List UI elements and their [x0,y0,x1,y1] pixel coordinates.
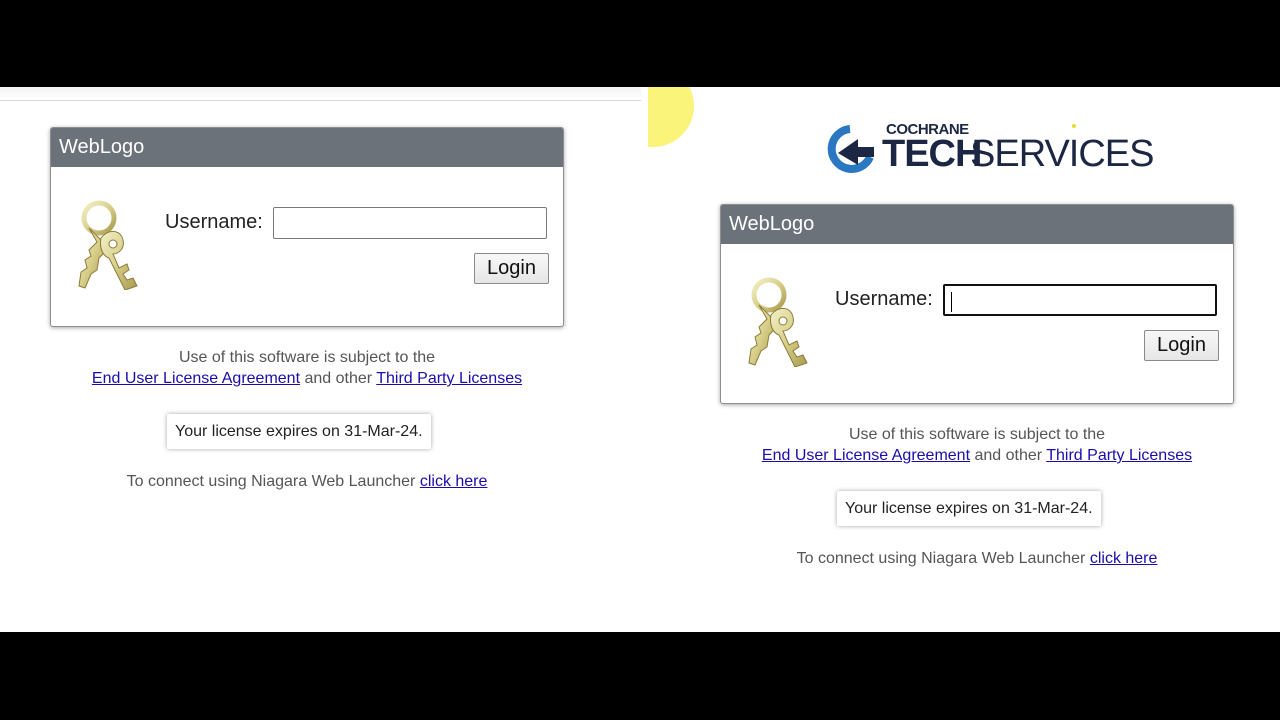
right-launcher-text: To connect using Niagara Web Launcher [796,550,1086,567]
left-eula-link[interactable]: End User License Agreement [92,370,300,387]
left-notice-line2: End User License Agreement and other Thi… [50,368,564,389]
logo-tech-text: TECH [882,133,982,175]
left-divider-line [0,100,641,101]
right-license-expiry-box: Your license expires on 31-Mar-24. [837,491,1101,526]
right-username-label: Username: [835,288,933,310]
right-panel-title: WebLogo [721,205,1233,244]
left-username-label: Username: [165,211,263,233]
right-login-button[interactable]: Login [1144,330,1219,361]
left-and-other-text: and other [304,370,373,387]
keys-icon [748,277,808,367]
right-username-input[interactable] [943,284,1217,316]
cochrane-logo-mark [827,125,874,173]
left-login-panel: WebLogo Username: Login [50,127,564,327]
right-login-panel: WebLogo Username: Login [720,204,1234,404]
left-username-input[interactable] [273,207,547,239]
right-eula-link[interactable]: End User License Agreement [762,447,970,464]
keys-icon [78,200,138,290]
cochrane-tech-services-logo: COCHRANE TECH SERVICES [824,121,1154,175]
left-browser-edge [0,87,641,100]
right-notice-line1: Use of this software is subject to the [848,426,1106,443]
logo-services-text: SERVICES [970,133,1154,175]
right-notice-line2: End User License Agreement and other Thi… [720,445,1234,466]
left-third-party-link[interactable]: Third Party Licenses [376,370,522,387]
right-license-notice: Use of this software is subject to the E… [720,424,1234,466]
right-launcher-line: To connect using Niagara Web Launcher cl… [720,550,1234,568]
right-click-here-link[interactable]: click here [1090,550,1158,567]
content-area: WebLogo Username: Login Use of this soft… [0,87,1280,632]
right-third-party-link[interactable]: Third Party Licenses [1046,447,1192,464]
text-caret [951,292,952,312]
left-click-here-link[interactable]: click here [420,473,488,490]
left-license-notice: Use of this software is subject to the E… [50,347,564,389]
left-launcher-line: To connect using Niagara Web Launcher cl… [50,473,564,491]
right-and-other-text: and other [974,447,1043,464]
left-login-button[interactable]: Login [474,253,549,284]
left-launcher-text: To connect using Niagara Web Launcher [126,473,416,490]
logo-accent-dot [1072,124,1076,128]
left-notice-line1: Use of this software is subject to the [178,349,436,366]
left-panel-title: WebLogo [51,128,563,167]
left-license-expiry-box: Your license expires on 31-Mar-24. [167,414,431,449]
